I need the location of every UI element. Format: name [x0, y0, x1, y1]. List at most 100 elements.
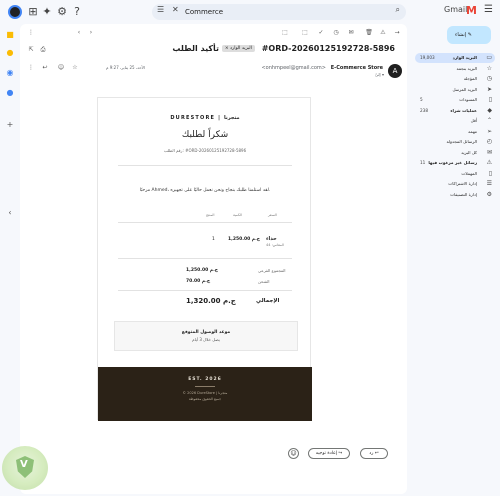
tag-icon: ◆ — [487, 106, 492, 114]
clear-search-icon[interactable]: ✕ — [172, 5, 179, 14]
schedule-icon: ◴ — [486, 138, 492, 145]
older-icon[interactable]: › — [86, 27, 96, 39]
back-arrow-icon[interactable]: → — [392, 27, 402, 39]
sidebar-item[interactable]: أقل ⌃ — [415, 116, 495, 126]
sidebar-item[interactable]: البريد الوارد 19,003 ▭ — [415, 53, 495, 63]
star-icon[interactable]: ☆ — [70, 62, 80, 74]
subtotal-label: المجموع الفرعي — [258, 268, 286, 273]
forward-button[interactable]: إعادة توجيه ↪ — [308, 448, 350, 459]
add-addon-icon[interactable]: + — [5, 120, 15, 130]
collapse-panel-icon[interactable]: ‹ — [5, 208, 15, 218]
print-icon[interactable]: ⎙ — [38, 44, 48, 56]
gemini-icon[interactable]: ✦ — [40, 5, 54, 19]
gmail-wordmark: Gmail — [444, 5, 468, 14]
sidebar-item[interactable]: مهمة ➢ — [415, 127, 495, 137]
footer-est: EST. 2026 — [188, 377, 222, 382]
report-spam-icon[interactable]: ⚠ — [378, 27, 388, 39]
inbox-icon: ▭ — [486, 54, 492, 61]
sender-line: <onhmpeel@gmail.com> E-Commerce Store — [261, 65, 383, 71]
sender-avatar[interactable]: A — [388, 64, 402, 78]
settings-icon[interactable]: ⚙ — [55, 5, 69, 19]
footer-divider — [195, 386, 215, 387]
side-panel-rail: ■ ● ◉ ● + ‹ — [0, 24, 20, 496]
sidebar-item-count: 11 — [420, 160, 426, 165]
move-to-icon[interactable]: ⬚ — [300, 27, 310, 39]
clock-icon: ◷ — [486, 75, 492, 82]
sidebar-item-count: 5 — [420, 97, 423, 102]
add-task-icon[interactable]: ✓ — [316, 27, 326, 39]
help-icon[interactable]: ? — [70, 5, 84, 19]
item-price: 1,250.00 ج.م — [228, 237, 261, 242]
snooze-icon[interactable]: ◷ — [331, 27, 341, 39]
compose-button[interactable]: إنشاء ✎ — [447, 26, 491, 44]
shipping-value: 70.00 ج.م — [186, 279, 211, 284]
delivery-estimate-box: موعد الوصول المتوقع يصل خلال 3 أيام — [114, 321, 298, 351]
more-options-icon[interactable]: ⋮ — [26, 27, 36, 39]
sidebar-item[interactable]: الرسائل المجدولة ◴ — [415, 137, 495, 147]
sidebar-item-label: إدارة الاشتراكات — [448, 181, 477, 186]
label-icon[interactable]: ⬚ — [280, 27, 290, 39]
main-menu-icon[interactable]: ☰ — [484, 4, 493, 15]
emoji-reaction-button[interactable]: ☺ — [288, 448, 299, 459]
totals-divider — [118, 290, 292, 291]
receipt-card: DURESTORE | متجرنا شكراً لطلبك رقم الطلب… — [97, 97, 312, 421]
contacts-icon[interactable]: ● — [5, 88, 15, 98]
recipient-line[interactable]: إلىّ ▾ — [375, 72, 384, 77]
sidebar-item-label: المهملات — [461, 170, 477, 176]
item-name: حذاء — [266, 236, 277, 242]
col-header-price: المنتج — [206, 213, 215, 217]
sidebar-item-label: إدارة التصنيفات — [450, 191, 477, 197]
shipping-label: الشحن — [258, 279, 270, 284]
total-label: الإجمالي — [256, 298, 280, 304]
tasks-icon[interactable]: ◉ — [5, 68, 15, 78]
mark-unread-icon[interactable]: ✉ — [346, 27, 356, 39]
watermark-logo: V — [2, 446, 48, 490]
sidebar-item[interactable]: البريد بنجمة ☆ — [415, 64, 495, 74]
sidebar-item[interactable]: المهملات ▯ — [415, 169, 495, 179]
email-timestamp: الأحد، 25 يناير، 9:27 م — [106, 65, 146, 70]
search-bar[interactable]: ☰ ✕ Commerce ⌕ — [152, 4, 406, 20]
reply-button[interactable]: رد ↩ — [360, 448, 388, 459]
total-value: 1,320.00 ج.م — [186, 297, 236, 305]
search-icon[interactable]: ⌕ — [396, 5, 400, 15]
inbox-label-badge[interactable]: البريد الوارد × — [221, 45, 255, 52]
delete-icon[interactable]: 🗑 — [364, 27, 374, 39]
delivery-title: موعد الوصول المتوقع — [181, 330, 231, 335]
sidebar-item[interactable]: كل البريد ✉ — [415, 148, 495, 158]
keep-icon[interactable]: ● — [5, 48, 15, 58]
mail-icon: ✉ — [486, 148, 492, 156]
delivery-subtitle: يصل خلال 3 أيام — [192, 337, 220, 342]
sidebar-item[interactable]: البريد المرسل ➤ — [415, 85, 495, 95]
sidebar-item-label: البريد المرسل — [452, 86, 477, 92]
settings-icon: ⚙ — [486, 190, 492, 198]
thanks-heading: شكراً لطلبك — [181, 130, 229, 140]
sidebar-item-label: مهمة — [468, 128, 477, 134]
sender-name[interactable]: E-Commerce Store — [331, 65, 383, 71]
sidebar-item[interactable]: رسائل غير مرغوب فيها 11 ⚠ — [415, 158, 495, 168]
col-header-product: السعر — [268, 213, 277, 217]
account-avatar[interactable] — [8, 5, 22, 19]
sidebar-item-label: المسودات — [459, 97, 477, 102]
sidebar-item[interactable]: إدارة الاشتراكات ☰ — [415, 179, 495, 189]
gmail-logo-icon[interactable]: M — [466, 4, 477, 17]
search-input[interactable]: Commerce — [185, 6, 223, 18]
emoji-reaction-icon[interactable]: ☺ — [56, 62, 66, 74]
footer-copyright: © 2026 DureStore | متجرنا — [182, 391, 228, 395]
sidebar-item-label: كل البريد — [461, 149, 477, 155]
newer-icon[interactable]: ‹ — [74, 27, 84, 39]
more-actions-icon[interactable]: ⋮ — [26, 62, 36, 74]
reply-icon[interactable]: ↩ — [40, 62, 50, 74]
apps-grid-icon[interactable]: ⊞ — [26, 5, 40, 19]
footer-address: جميع الحقوق محفوظة — [188, 397, 222, 401]
sidebar-item-label: أقل — [470, 118, 477, 123]
sidebar-item[interactable]: المؤجلة ◷ — [415, 74, 495, 84]
calendar-icon[interactable]: ■ — [5, 30, 15, 40]
sidebar-item[interactable]: عمليات شراء 238 ◆ — [415, 106, 495, 116]
sidebar-item-label: البريد بنجمة — [456, 65, 477, 71]
table-header-divider — [118, 222, 292, 223]
divider — [118, 165, 292, 166]
sidebar-item[interactable]: المسودات 5 ▯ — [415, 95, 495, 105]
sidebar-item[interactable]: إدارة التصنيفات ⚙ — [415, 190, 495, 200]
open-new-window-icon[interactable]: ⇱ — [26, 44, 36, 56]
search-options-icon[interactable]: ☰ — [157, 5, 164, 14]
